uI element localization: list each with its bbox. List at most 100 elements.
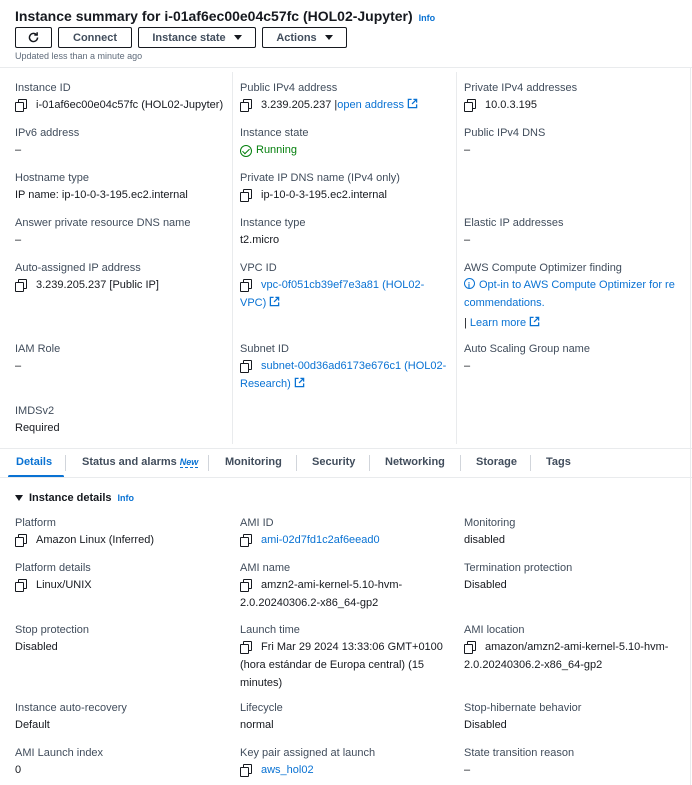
field-label: Private IPv4 addresses <box>464 82 578 94</box>
tab-status-alarms[interactable]: Status and alarms New <box>82 456 199 468</box>
subnet-link[interactable]: subnet-00d36ad6173e676c1 (HOL02- <box>261 358 446 375</box>
field-label: Elastic IP addresses <box>464 217 564 229</box>
copy-icon[interactable] <box>240 360 252 373</box>
field-value: 3.239.205.237 [Public IP] <box>15 277 230 294</box>
field-ami-name: AMI name amzn2-ami-kernel-5.10-hvm- 2.0.… <box>240 561 455 612</box>
external-link-icon[interactable] <box>529 316 540 327</box>
field-monitoring: Monitoring disabled <box>464 516 679 549</box>
tab-details[interactable]: Details <box>16 456 52 468</box>
tab-tags[interactable]: Tags <box>546 456 571 468</box>
field-value: Linux/UNIX <box>15 577 230 594</box>
copy-icon[interactable] <box>464 641 476 654</box>
field-value: – <box>464 764 471 776</box>
copy-icon[interactable] <box>240 764 252 777</box>
field-label: IMDSv2 <box>15 405 55 417</box>
connect-button[interactable]: Connect <box>58 27 132 48</box>
field-label: Lifecycle <box>240 702 283 714</box>
field-value: 10.0.3.195 <box>464 97 679 114</box>
field-value: – <box>15 144 22 156</box>
instance-details-toggle[interactable]: Instance details Info <box>15 492 134 504</box>
field-instance-type: Instance type t2.micro <box>240 216 455 249</box>
learn-more-link[interactable]: Learn more <box>470 317 526 329</box>
field-stop-protection: Stop protection Disabled <box>15 623 230 656</box>
instance-state-button[interactable]: Instance state <box>138 27 256 48</box>
info-circle-icon <box>464 277 475 294</box>
field-vpc-id: VPC ID vpc-0f051cb39ef7e3a81 (HOL02- VPC… <box>240 261 455 312</box>
field-compute-optimizer: AWS Compute Optimizer finding Opt-in to … <box>464 261 686 332</box>
ami-id-link[interactable]: ami-02d7fd1c2af6eead0 <box>261 532 380 549</box>
updated-text: Updated less than a minute ago <box>15 51 143 61</box>
copy-icon[interactable] <box>240 99 252 112</box>
copy-icon[interactable] <box>464 99 476 112</box>
tab-networking[interactable]: Networking <box>385 456 445 468</box>
field-value: subnet-00d36ad6173e676c1 (HOL02- <box>240 358 455 375</box>
optimizer-optin-link-cont[interactable]: commendations. <box>464 295 686 312</box>
field-label: Public IPv4 address <box>240 82 338 94</box>
copy-icon[interactable] <box>240 534 252 547</box>
field-label: Termination protection <box>464 562 573 574</box>
field-asg-name: Auto Scaling Group name – <box>464 342 679 375</box>
external-link-icon[interactable] <box>294 377 305 388</box>
field-label: Launch time <box>240 624 300 636</box>
tab-divider <box>208 455 209 471</box>
field-value-cont: VPC) <box>240 295 455 312</box>
field-subnet-id: Subnet ID subnet-00d36ad6173e676c1 (HOL0… <box>240 342 455 393</box>
copy-icon[interactable] <box>15 534 27 547</box>
tab-security[interactable]: Security <box>312 456 355 468</box>
field-value-cont: 2.0.20240306.2-x86_64-gp2 <box>464 659 603 671</box>
field-label: Auto-assigned IP address <box>15 262 141 274</box>
tab-storage[interactable]: Storage <box>476 456 517 468</box>
field-label: AMI Launch index <box>15 747 104 759</box>
actions-button[interactable]: Actions <box>262 27 347 48</box>
caret-down-icon <box>15 495 23 501</box>
field-auto-ip: Auto-assigned IP address 3.239.205.237 [… <box>15 261 230 294</box>
field-label: Key pair assigned at launch <box>240 747 376 759</box>
refresh-button[interactable] <box>15 27 52 48</box>
copy-icon[interactable] <box>15 279 27 292</box>
copy-icon[interactable] <box>240 279 252 292</box>
copy-icon[interactable] <box>240 641 252 654</box>
check-circle-icon <box>240 144 252 157</box>
field-ami-location: AMI location amazon/amzn2-ami-kernel-5.1… <box>464 623 679 674</box>
field-label: Public IPv4 DNS <box>464 127 546 139</box>
info-link[interactable]: Info <box>419 13 436 23</box>
optimizer-optin-link[interactable]: Opt-in to AWS Compute Optimizer for re <box>464 277 686 294</box>
divider <box>0 477 692 478</box>
field-value: Amazon Linux (Inferred) <box>15 532 230 549</box>
field-label: Instance auto-recovery <box>15 702 127 714</box>
field-stop-hibernate: Stop-hibernate behavior Disabled <box>464 701 679 734</box>
field-value: IP name: ip-10-0-3-195.ec2.internal <box>15 189 188 201</box>
field-label: Platform <box>15 517 56 529</box>
field-value: Fri Mar 29 2024 13:33:06 GMT+0100 <box>240 639 455 656</box>
field-value: disabled <box>464 534 505 546</box>
detail-tabs: Details Status and alarms New Monitoring … <box>0 449 692 478</box>
field-lifecycle: Lifecycle normal <box>240 701 455 734</box>
field-value: – <box>464 234 471 246</box>
field-value-cont: Research) <box>240 376 455 393</box>
field-instance-state: Instance state Running <box>240 126 455 159</box>
open-address-link[interactable]: open address <box>337 99 404 111</box>
copy-icon[interactable] <box>240 579 252 592</box>
field-value: Disabled <box>464 719 507 731</box>
key-pair-link[interactable]: aws_hol02 <box>261 762 314 779</box>
divider <box>690 67 691 785</box>
instance-summary-header: Instance summary for i-01af6ec00e04c57fc… <box>0 0 692 67</box>
copy-icon[interactable] <box>15 99 27 112</box>
field-label: AMI ID <box>240 517 274 529</box>
external-link-icon[interactable] <box>269 296 280 307</box>
field-label: Hostname type <box>15 172 89 184</box>
field-label: Platform details <box>15 562 91 574</box>
copy-icon[interactable] <box>240 189 252 202</box>
field-value: Disabled <box>15 641 58 653</box>
info-link[interactable]: Info <box>118 493 135 503</box>
field-iam-role: IAM Role – <box>15 342 230 375</box>
field-label: Subnet ID <box>240 343 289 355</box>
external-link-icon[interactable] <box>407 98 418 109</box>
vpc-link[interactable]: vpc-0f051cb39ef7e3a81 (HOL02- <box>261 277 424 294</box>
field-label: AMI location <box>464 624 525 636</box>
tab-monitoring[interactable]: Monitoring <box>225 456 282 468</box>
copy-icon[interactable] <box>15 579 27 592</box>
field-public-dns: Public IPv4 DNS – <box>464 126 679 159</box>
field-label: Answer private resource DNS name <box>15 217 191 229</box>
field-label: Instance ID <box>15 82 71 94</box>
